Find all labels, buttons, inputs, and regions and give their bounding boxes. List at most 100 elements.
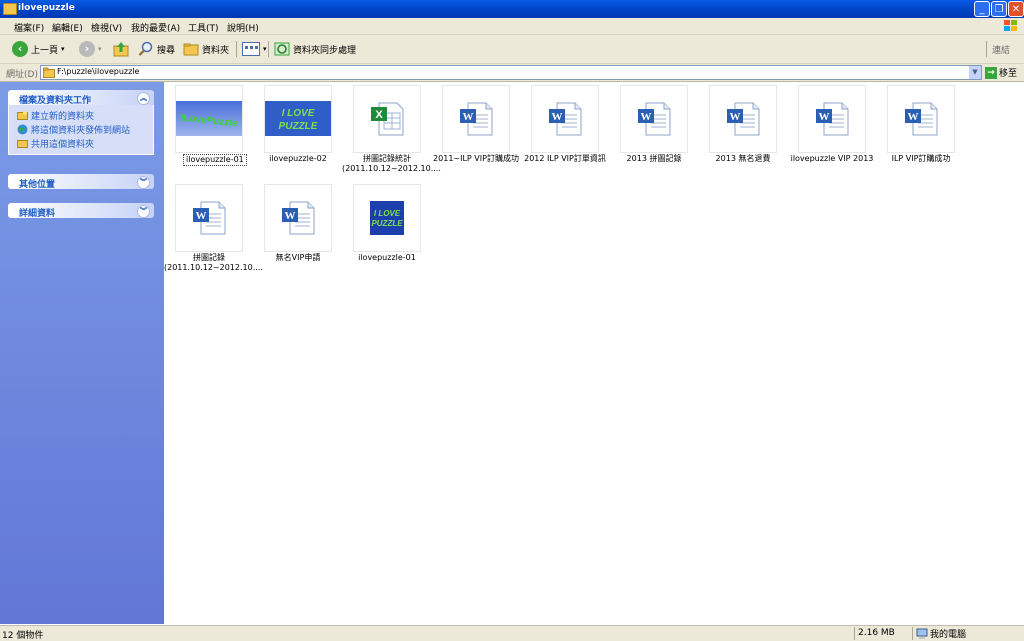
svg-text:I LOVE: I LOVE	[374, 209, 401, 218]
file-folder-tasks-header[interactable]: 檔案及資料夾工作 ︽	[8, 90, 154, 106]
views-button[interactable]: ▾	[242, 39, 267, 59]
links-label: 連結	[992, 45, 1011, 56]
word-document-icon[interactable]: W	[887, 85, 955, 153]
file-name: 2013 拼圖記錄	[626, 154, 682, 163]
globe-icon	[17, 124, 28, 134]
title-bar[interactable]: ilovepuzzle _ ❐ ✕	[0, 0, 1024, 18]
menu-view[interactable]: 檢視(V)	[91, 21, 122, 34]
details-header[interactable]: 詳細資料 ︾	[8, 203, 154, 219]
chevron-down-icon: ▾	[98, 45, 102, 53]
task-share-folder[interactable]: 共用這個資料夾	[9, 136, 153, 150]
word-document-icon[interactable]: W	[620, 85, 688, 153]
task-label: 共用這個資料夾	[31, 139, 95, 150]
file-view[interactable]: ILovePuzzle ilovepuzzle-01 I LOVE PUZZLE ilo…	[164, 82, 1024, 624]
status-item-count: 12 個物件	[2, 631, 44, 641]
svg-text:PUZZLE: PUZZLE	[371, 219, 403, 228]
folder-sync-button[interactable]: 資料夾同步處理	[274, 39, 356, 59]
panel-title: 檔案及資料夾工作	[19, 96, 92, 106]
forward-button[interactable]: › ▾	[79, 39, 102, 59]
svg-text:W: W	[819, 111, 830, 123]
word-document-icon[interactable]: W	[798, 85, 866, 153]
status-bar: 12 個物件 2.16 MB 我的電腦	[0, 625, 1024, 641]
image-thumbnail[interactable]: I LOVE PUZZLE	[353, 184, 421, 252]
go-label: 移至	[999, 69, 1018, 79]
sync-icon	[274, 42, 290, 56]
task-publish-web[interactable]: 將這個資料夾發佈到網站	[9, 122, 153, 136]
word-document-icon[interactable]: W	[264, 184, 332, 252]
menu-favorites[interactable]: 我的最愛(A)	[131, 21, 180, 34]
chevron-down-icon: ▾	[61, 45, 65, 53]
other-places-panel: 其他位置 ︾	[8, 174, 154, 190]
task-new-folder[interactable]: 建立新的資料夾	[9, 108, 153, 122]
address-label: 網址(D)	[6, 70, 38, 80]
address-input[interactable]: F:\puzzle\ilovepuzzle ▼	[40, 65, 982, 80]
panel-body: 建立新的資料夾 將這個資料夾發佈到網站 共用這個資料夾	[8, 105, 154, 155]
svg-text:I LOVE: I LOVE	[282, 108, 315, 119]
menu-edit[interactable]: 編輯(E)	[52, 21, 83, 34]
computer-icon	[916, 628, 928, 639]
svg-text:W: W	[730, 111, 741, 123]
forward-arrow-icon: ›	[79, 41, 95, 57]
menu-help[interactable]: 說明(H)	[227, 21, 259, 34]
address-bar: 網址(D) F:\puzzle\ilovepuzzle ▼ → 移至	[0, 64, 1024, 82]
search-button[interactable]: 搜尋	[138, 39, 175, 59]
file-name: 拼圖記錄 (2011.10.12~2012.10....	[164, 253, 263, 272]
svg-text:W: W	[463, 111, 474, 123]
word-document-icon[interactable]: W	[442, 85, 510, 153]
file-name: 2012 ILP VIP訂單資訊	[524, 154, 606, 163]
links-button[interactable]: 連結	[992, 39, 1010, 59]
excel-document-icon[interactable]: X	[353, 85, 421, 153]
back-label: 上一頁	[31, 45, 59, 56]
folder-up-icon	[113, 42, 129, 57]
folders-icon	[183, 43, 199, 56]
go-button[interactable]: → 移至	[985, 66, 1017, 79]
menu-tools[interactable]: 工具(T)	[188, 21, 219, 34]
svg-text:W: W	[641, 111, 652, 123]
menu-bar: 檔案(F) 編輯(E) 檢視(V) 我的最愛(A) 工具(T) 說明(H)	[0, 18, 1024, 35]
chevron-down-icon[interactable]: ︾	[137, 205, 150, 218]
close-button[interactable]: ✕	[1008, 1, 1024, 17]
file-name: ilovepuzzle VIP 2013	[790, 154, 874, 163]
folder-icon	[3, 3, 17, 15]
panel-title: 詳細資料	[19, 209, 56, 219]
window-title: ilovepuzzle	[18, 3, 75, 13]
file-name: ilovepuzzle-01	[183, 154, 247, 166]
details-panel: 詳細資料 ︾	[8, 203, 154, 219]
menu-file[interactable]: 檔案(F)	[14, 21, 44, 34]
status-location: 我的電腦	[916, 627, 966, 640]
image-thumbnail[interactable]: ILovePuzzle	[175, 85, 243, 153]
status-separator	[912, 627, 913, 640]
image-thumbnail[interactable]: I LOVE PUZZLE	[264, 85, 332, 153]
svg-text:W: W	[552, 111, 563, 123]
word-document-icon[interactable]: W	[531, 85, 599, 153]
up-button[interactable]	[113, 39, 129, 59]
file-name: ILP VIP訂購成功	[891, 154, 951, 163]
maximize-button[interactable]: ❐	[991, 1, 1007, 17]
other-places-header[interactable]: 其他位置 ︾	[8, 174, 154, 190]
minimize-button[interactable]: _	[974, 1, 990, 17]
folders-label: 資料夾	[202, 45, 230, 56]
status-separator	[854, 627, 855, 640]
file-name: 2013 無名退費	[715, 154, 771, 163]
chevron-down-icon: ▾	[263, 45, 267, 53]
word-document-icon[interactable]: W	[175, 184, 243, 252]
chevron-up-icon[interactable]: ︽	[137, 92, 150, 105]
file-name: 2011~ILP VIP訂購成功	[433, 154, 519, 163]
status-location-label: 我的電腦	[930, 630, 967, 640]
toolbar-separator	[986, 41, 987, 57]
status-size: 2.16 MB	[858, 628, 895, 638]
address-dropdown-button[interactable]: ▼	[969, 66, 981, 79]
sync-label: 資料夾同步處理	[293, 45, 357, 56]
back-button[interactable]: ‹ 上一頁 ▾	[12, 39, 65, 59]
svg-text:X: X	[375, 109, 383, 121]
folders-button[interactable]: 資料夾	[183, 39, 229, 59]
new-folder-icon	[17, 111, 28, 120]
address-value: F:\puzzle\ilovepuzzle	[57, 67, 140, 76]
toolbar: ‹ 上一頁 ▾ › ▾ 搜尋 資料夾 ▾ 資料夾同步處理 連結	[0, 35, 1024, 64]
file-name: ilovepuzzle-01	[358, 253, 416, 262]
svg-text:W: W	[285, 210, 296, 222]
svg-text:PUZZLE: PUZZLE	[279, 121, 318, 132]
toolbar-separator	[268, 41, 269, 57]
word-document-icon[interactable]: W	[709, 85, 777, 153]
chevron-down-icon[interactable]: ︾	[137, 176, 150, 189]
